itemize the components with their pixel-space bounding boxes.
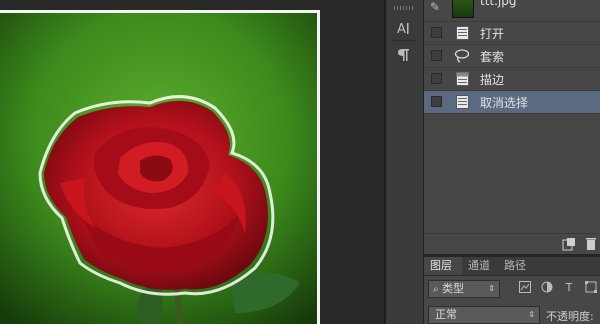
snapshot-file-name: ttt.jpg bbox=[480, 0, 517, 8]
canvas-area[interactable] bbox=[0, 0, 384, 324]
tab-paths[interactable]: 路径 bbox=[498, 257, 534, 275]
opacity-label: 不透明度: bbox=[546, 310, 594, 323]
snapshot-thumbnail bbox=[452, 0, 474, 18]
layers-panel: 图层 通道 路径 ⌕ 类型 ⇕ T 正常 ⇕ 不透明度: bbox=[424, 254, 600, 324]
character-panel-icon[interactable]: A bbox=[392, 17, 416, 39]
rose-image bbox=[0, 13, 317, 324]
new-document-from-state-icon[interactable] bbox=[562, 237, 576, 251]
lasso-icon bbox=[454, 48, 470, 64]
chevron-updown-icon: ⇕ bbox=[488, 284, 495, 293]
shape-layer-filter-icon[interactable] bbox=[584, 281, 598, 295]
svg-text:A: A bbox=[397, 22, 406, 36]
document-icon bbox=[454, 94, 470, 110]
history-brush-icon[interactable]: ✎ bbox=[430, 0, 440, 14]
history-source-checkbox[interactable] bbox=[431, 27, 442, 38]
history-item-deselect[interactable]: 取消选择 bbox=[424, 91, 600, 114]
tab-layers[interactable]: 图层 bbox=[424, 257, 462, 275]
history-item-label: 打开 bbox=[480, 27, 505, 41]
type-layer-filter-icon[interactable]: T bbox=[562, 281, 576, 295]
tool-divider bbox=[392, 40, 416, 41]
layer-filter-dropdown[interactable]: ⌕ 类型 ⇕ bbox=[428, 280, 500, 298]
delete-state-icon[interactable] bbox=[584, 237, 598, 251]
history-source-checkbox[interactable] bbox=[431, 50, 442, 61]
history-source-checkbox[interactable] bbox=[431, 96, 442, 107]
history-item-label: 描边 bbox=[480, 73, 505, 87]
adjustment-layer-filter-icon[interactable] bbox=[540, 281, 554, 295]
blend-mode-dropdown[interactable]: 正常 ⇕ bbox=[428, 306, 540, 324]
history-item-label: 套索 bbox=[480, 50, 505, 64]
panel-tabs: 图层 通道 路径 bbox=[424, 257, 600, 276]
history-item-label: 取消选择 bbox=[480, 96, 529, 110]
panel-dock-strip: A bbox=[386, 0, 424, 324]
history-item-lasso[interactable]: 套索 bbox=[424, 45, 600, 68]
paragraph-panel-icon[interactable] bbox=[392, 44, 416, 66]
blend-mode-value: 正常 bbox=[435, 308, 457, 321]
tab-channels[interactable]: 通道 bbox=[462, 257, 498, 275]
chevron-updown-icon: ⇕ bbox=[528, 310, 535, 319]
history-footer bbox=[424, 233, 600, 255]
document-canvas[interactable] bbox=[0, 10, 320, 324]
stroke-icon bbox=[454, 71, 470, 87]
history-item-open[interactable]: 打开 bbox=[424, 22, 600, 45]
history-item-stroke[interactable]: 描边 bbox=[424, 68, 600, 91]
document-icon bbox=[454, 25, 470, 41]
history-panel: ✎ ttt.jpg 打开 套索 描边 取消选择 bbox=[424, 0, 600, 254]
layer-filter-label: 类型 bbox=[442, 282, 465, 295]
search-icon: ⌕ bbox=[433, 284, 439, 295]
history-snapshot-row[interactable]: ✎ ttt.jpg bbox=[424, 0, 600, 22]
pixel-layer-filter-icon[interactable] bbox=[518, 281, 532, 295]
history-source-checkbox[interactable] bbox=[431, 73, 442, 84]
dock-grip[interactable] bbox=[394, 6, 414, 10]
